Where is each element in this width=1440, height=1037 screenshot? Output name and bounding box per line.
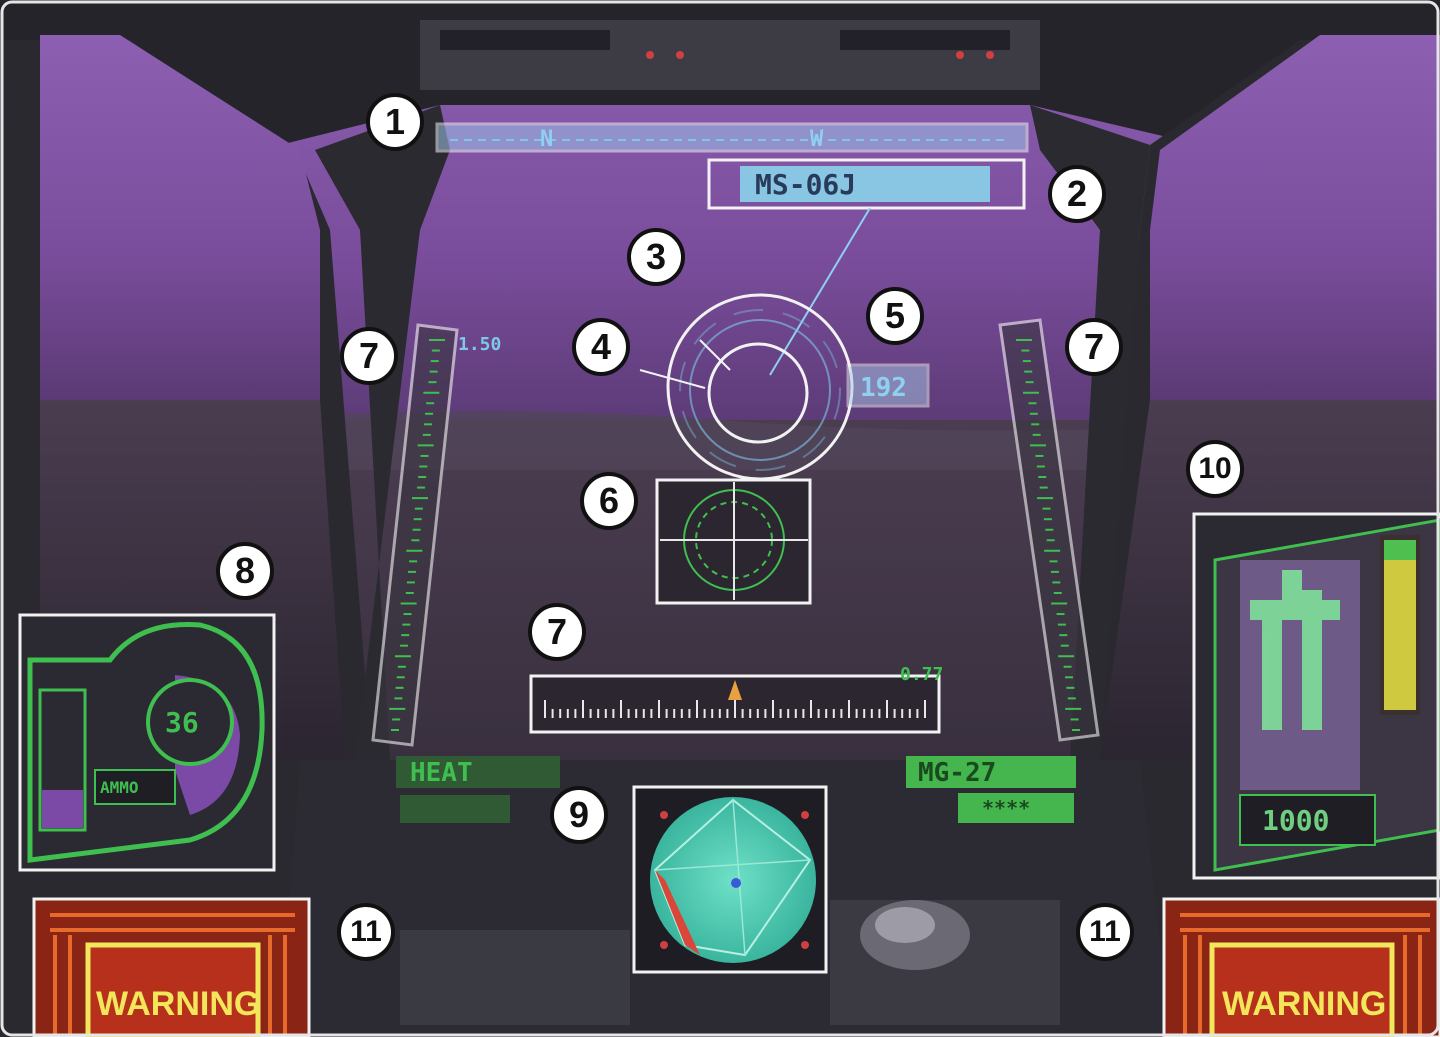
callout-9: 9 xyxy=(550,786,608,844)
compass-strip: N W xyxy=(435,122,1029,153)
callout-11-right: 11 xyxy=(1076,903,1134,961)
callout-2: 2 xyxy=(1048,165,1106,223)
left-panel-tag: AMMO xyxy=(100,778,139,797)
warning-right-text: WARNING xyxy=(1222,985,1386,1023)
callout-6: 6 xyxy=(580,472,638,530)
right-panel-value: 1000 xyxy=(1262,804,1329,837)
callout-1: 1 xyxy=(366,93,424,151)
left-gauge-value: 1.50 xyxy=(458,334,501,355)
warning-panel-right: WARNING xyxy=(1162,897,1440,1037)
left-panel-value: 36 xyxy=(165,706,199,739)
target-id-text: MS-06J xyxy=(755,168,856,201)
distance-value: 192 xyxy=(860,373,907,403)
warning-left-text: WARNING xyxy=(96,985,260,1023)
radar-display xyxy=(632,785,828,974)
callout-4: 4 xyxy=(572,318,630,376)
warning-panel-left: WARNING xyxy=(32,897,311,1037)
callout-7-left: 7 xyxy=(340,327,398,385)
lock-on-scope xyxy=(655,478,812,605)
callout-7-right: 7 xyxy=(1065,318,1123,376)
compass-north-label: N xyxy=(540,127,553,152)
callout-8: 8 xyxy=(216,542,274,600)
left-status-panel: 36 AMMO xyxy=(18,613,276,872)
weapon-right-text: MG-27 xyxy=(918,758,996,788)
distance-box: 192 xyxy=(846,363,930,408)
weapon-left-text: HEAT xyxy=(410,758,473,788)
callout-10: 10 xyxy=(1186,440,1244,498)
right-mech-status-panel: 1000 xyxy=(1192,512,1440,880)
callout-5: 5 xyxy=(866,287,924,345)
compass-west-label: W xyxy=(810,127,824,152)
weapon-right-subtext: **** xyxy=(982,796,1030,820)
callout-11-left: 11 xyxy=(337,903,395,961)
callout-7-bottom: 7 xyxy=(528,603,586,661)
cockpit-view: N W MS-06J 192 1.50 0.77 HEAT MG-27 ****… xyxy=(0,0,1440,1037)
callout-3: 3 xyxy=(627,228,685,286)
bottom-gauge-value: 0.77 xyxy=(900,664,943,685)
